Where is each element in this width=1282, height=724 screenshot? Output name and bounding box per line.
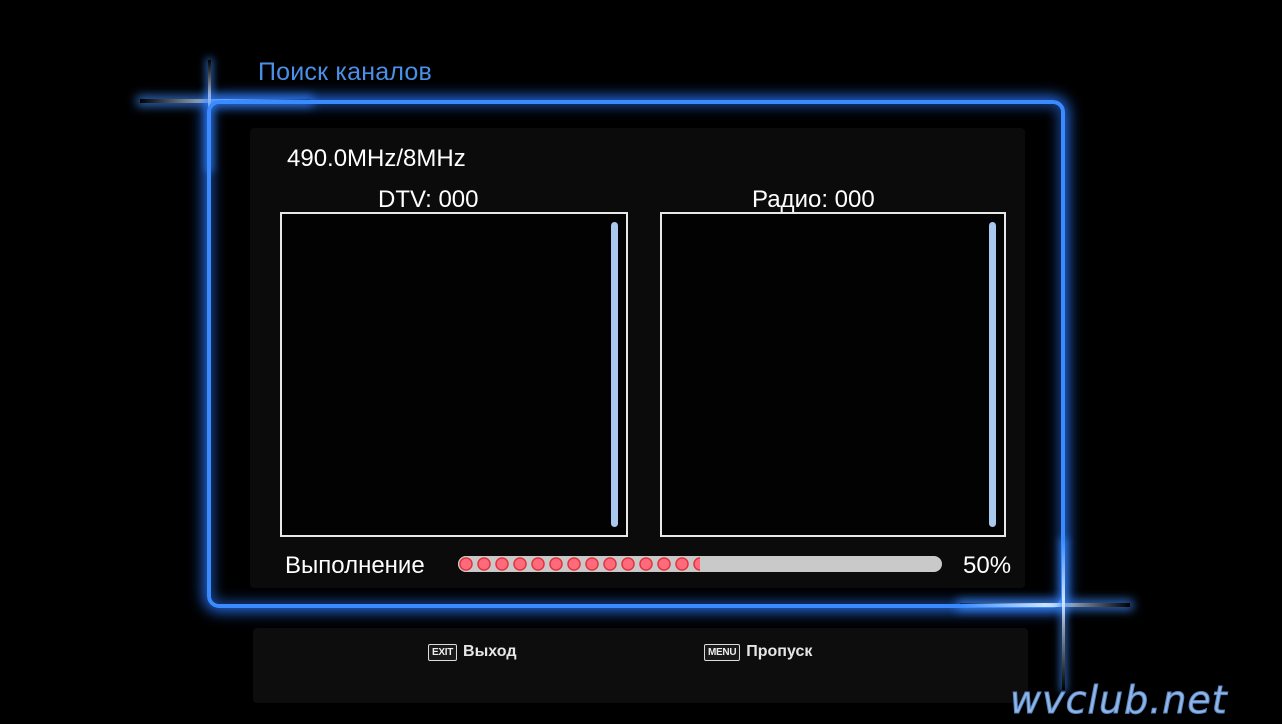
exit-button[interactable]: EXIT Выход xyxy=(428,642,516,662)
dtv-channel-list[interactable] xyxy=(280,212,628,537)
frame-glow-flare xyxy=(960,603,1130,607)
progress-label: Выполнение xyxy=(285,552,425,579)
exit-label: Выход xyxy=(463,643,517,660)
skip-label: Пропуск xyxy=(746,643,813,660)
frame-glow-flare xyxy=(1062,540,1065,690)
dtv-list-scrollbar[interactable] xyxy=(611,222,618,527)
dtv-count-label: DTV: 000 xyxy=(378,186,479,213)
radio-count-label: Радио: 000 xyxy=(752,186,875,213)
progress-bar xyxy=(458,556,942,572)
progress-bar-fill xyxy=(458,556,700,572)
progress-percent: 50% xyxy=(963,552,1012,579)
radio-channel-list[interactable] xyxy=(660,212,1006,537)
skip-button[interactable]: MENU Пропуск xyxy=(704,642,812,662)
menu-key-icon: MENU xyxy=(704,643,741,661)
page-title: Поиск каналов xyxy=(258,58,432,86)
footer-bar xyxy=(253,628,1028,703)
exit-key-icon: EXIT xyxy=(428,643,458,661)
watermark-logo: wvclub.net xyxy=(1010,678,1228,723)
frequency-readout: 490.0MHz/8MHz xyxy=(287,145,466,172)
radio-list-scrollbar[interactable] xyxy=(989,222,996,527)
